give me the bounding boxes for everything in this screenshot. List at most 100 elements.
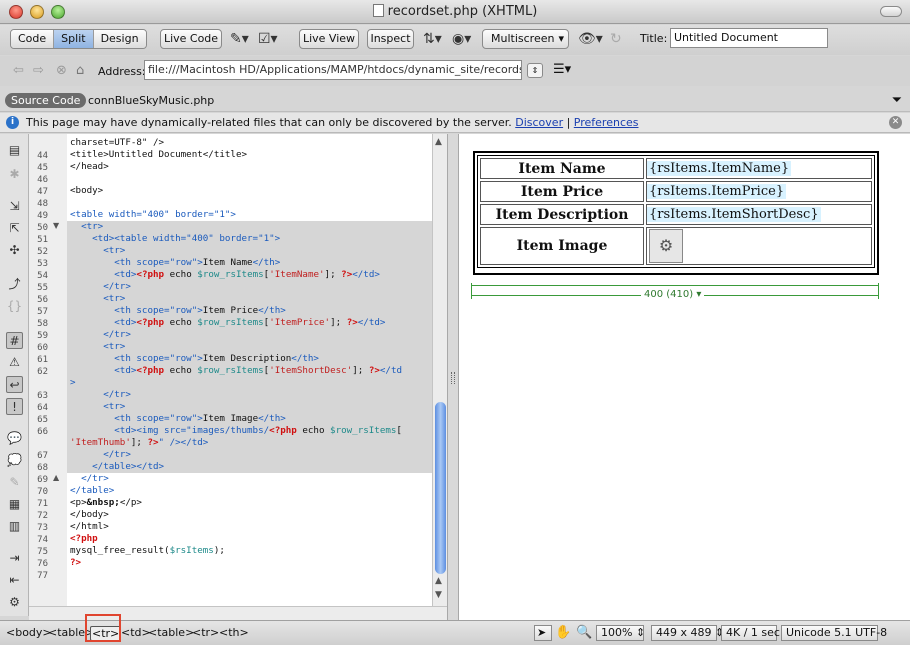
select-tool-icon[interactable]: ➤	[534, 625, 552, 641]
design-view[interactable]: Item Name {rsItems.ItemName} Item Price …	[459, 134, 910, 620]
preview-browser-icon[interactable]: ◉▾	[452, 31, 471, 47]
item-name-header[interactable]: Item Name	[480, 158, 644, 179]
filter-icon[interactable]: ⏷	[892, 93, 902, 108]
hand-tool-icon[interactable]: ✋	[555, 625, 571, 640]
zoom-tool-icon[interactable]: 🔍	[576, 625, 592, 640]
line-number: 59	[37, 331, 48, 341]
wrap-tag-icon[interactable]: ✎	[6, 474, 23, 491]
expand-all-icon[interactable]: ✣	[6, 242, 23, 259]
collapse-selection-icon[interactable]: ⇱	[6, 220, 23, 237]
recent-snippets-icon[interactable]: ▦	[6, 496, 23, 513]
code-fold-icon[interactable]: ▲	[53, 473, 59, 482]
tag-selector-td[interactable]: <td>	[121, 626, 151, 639]
item-description-header[interactable]: Item Description	[480, 204, 644, 225]
scroll-up-icon[interactable]: ▲	[435, 137, 442, 147]
split-grip-icon[interactable]	[451, 372, 455, 384]
view-options-icon[interactable]: ☰▾	[553, 62, 571, 77]
stop-icon[interactable]: ⊗	[56, 63, 67, 78]
tag-selector-table-inner[interactable]: <table>	[148, 626, 194, 639]
file-transfer-icon[interactable]: ⇅▾	[423, 31, 442, 47]
close-icon[interactable]: ✕	[889, 116, 902, 129]
discover-link[interactable]: Discover	[515, 116, 563, 129]
split-view-button[interactable]: Split	[54, 30, 94, 48]
highlight-invalid-code-icon[interactable]: ⚠	[6, 354, 23, 371]
multiscreen-button[interactable]: Multiscreen ▾	[482, 29, 569, 49]
related-file-link[interactable]: connBlueSkyMusic.php	[88, 94, 214, 107]
table-row[interactable]: Item Description {rsItems.ItemShortDesc}	[480, 204, 872, 225]
code-line: <th scope="row">Item Price</th>	[114, 305, 286, 316]
remove-comment-icon[interactable]: 💭	[6, 452, 23, 469]
browser-check-icon[interactable]: ✎▾	[230, 31, 249, 47]
item-image-cell[interactable]: ⚙	[646, 227, 872, 265]
inspect-button[interactable]: Inspect	[367, 29, 414, 49]
toolbar-toggle-button[interactable]	[880, 6, 902, 17]
outdent-code-icon[interactable]: ⇤	[6, 572, 23, 589]
back-arrow-icon[interactable]: ⇦	[13, 63, 24, 78]
code-fold-icon[interactable]: ▼	[53, 221, 59, 230]
split-divider[interactable]	[447, 134, 459, 620]
window-size-select[interactable]: 449 x 489 ⇕	[651, 625, 724, 641]
indent-code-icon[interactable]: ⇥	[6, 550, 23, 567]
table-row[interactable]: Item Name {rsItems.ItemName}	[480, 158, 872, 179]
code-line: <th scope="row">Item Description</th>	[114, 353, 319, 364]
zoom-select[interactable]: 100% ⇕	[596, 625, 645, 641]
syntax-error-alerts-icon[interactable]: !	[6, 398, 23, 415]
info-message: This page may have dynamically-related f…	[26, 116, 639, 129]
refresh-icon[interactable]: ↻	[610, 31, 622, 47]
open-documents-icon[interactable]: ▤	[6, 142, 23, 159]
scroll-thumb[interactable]	[435, 402, 446, 574]
code-line: <?php	[70, 533, 98, 544]
page-title-input[interactable]: Untitled Document	[670, 28, 828, 48]
dynamic-text[interactable]: {rsItems.ItemShortDesc}	[647, 207, 821, 222]
code-view-button[interactable]: Code	[11, 30, 55, 48]
collapse-full-tag-icon[interactable]: ⇲	[6, 198, 23, 215]
item-name-cell[interactable]: {rsItems.ItemName}	[646, 158, 872, 179]
show-code-navigator-icon[interactable]: ✱	[6, 166, 23, 183]
source-code-button[interactable]: Source Code	[5, 93, 87, 108]
image-placeholder-icon[interactable]: ⚙	[649, 229, 683, 263]
outer-table[interactable]: Item Name {rsItems.ItemName} Item Price …	[473, 151, 879, 275]
item-image-header[interactable]: Item Image	[480, 227, 644, 265]
item-price-cell[interactable]: {rsItems.ItemPrice}	[646, 181, 872, 202]
move-css-icon[interactable]: ▥	[6, 518, 23, 535]
line-number: 72	[37, 511, 48, 521]
items-table[interactable]: Item Name {rsItems.ItemName} Item Price …	[477, 155, 875, 268]
format-source-code-icon[interactable]: ⚙	[6, 594, 23, 611]
code-editor[interactable]: charset=UTF-8" /> <title>Untitled Docume…	[67, 134, 432, 606]
table-width-label[interactable]: 400 (410) ▾	[641, 289, 705, 300]
window-title: recordset.php (XHTML)	[0, 4, 910, 19]
line-number: 76	[37, 559, 48, 569]
dynamic-text[interactable]: {rsItems.ItemName}	[647, 161, 792, 176]
word-wrap-icon[interactable]: ↩	[6, 376, 23, 393]
window-title-text: recordset.php (XHTML)	[387, 4, 538, 19]
line-numbers-icon[interactable]: #	[6, 332, 23, 349]
scroll-up-icon[interactable]: ▲	[435, 576, 442, 586]
table-row[interactable]: Item Image ⚙	[480, 227, 872, 265]
tag-selector-th[interactable]: <th>	[219, 626, 249, 639]
design-view-button[interactable]: Design	[93, 30, 146, 48]
info-bar: i This page may have dynamically-related…	[0, 113, 910, 133]
table-row[interactable]: Item Price {rsItems.ItemPrice}	[480, 181, 872, 202]
item-price-header[interactable]: Item Price	[480, 181, 644, 202]
forward-arrow-icon[interactable]: ⇨	[33, 63, 44, 78]
apply-comment-icon[interactable]: 💬	[6, 430, 23, 447]
address-history-stepper[interactable]: ⇕	[527, 63, 543, 78]
home-icon[interactable]: ⌂	[76, 63, 84, 78]
code-vertical-scrollbar[interactable]: ▲ ▲ ▼	[432, 134, 447, 606]
tag-selector-body[interactable]: <body>	[6, 626, 52, 639]
preferences-link[interactable]: Preferences	[574, 116, 639, 129]
dynamic-text[interactable]: {rsItems.ItemPrice}	[647, 184, 787, 199]
scroll-down-icon[interactable]: ▼	[435, 590, 442, 600]
address-input[interactable]: file:///Macintosh HD/Applications/MAMP/h…	[144, 60, 522, 80]
item-description-cell[interactable]: {rsItems.ItemShortDesc}	[646, 204, 872, 225]
table-width-ruler[interactable]: 400 (410) ▾	[471, 280, 879, 300]
download-size: 4K / 1 sec	[721, 625, 780, 641]
tag-selector-tr-inner[interactable]: <tr>	[192, 626, 219, 639]
visual-aids-icon[interactable]: 👁▾	[578, 31, 603, 47]
balance-braces-icon[interactable]: {}	[6, 298, 23, 315]
validate-icon[interactable]: ☑▾	[258, 31, 278, 47]
live-view-button[interactable]: Live View	[299, 29, 359, 49]
code-line: >	[70, 377, 76, 388]
select-parent-tag-icon[interactable]: ⤴	[6, 276, 23, 293]
live-code-button[interactable]: Live Code	[160, 29, 222, 49]
